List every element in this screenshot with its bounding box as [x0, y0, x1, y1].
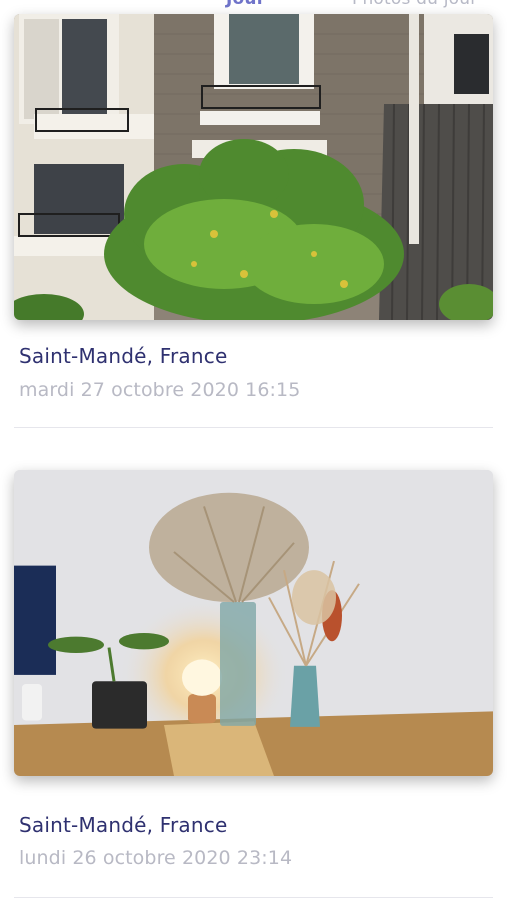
dried-flowers-lamp-image — [14, 470, 493, 776]
tab-jour[interactable]: Jour — [226, 0, 265, 9]
tab-photos-du-jour[interactable]: Photos du jour — [352, 0, 477, 9]
photo-date: mardi 27 octobre 2020 16:15 — [19, 379, 301, 401]
photo-building-courtyard[interactable] — [14, 14, 493, 320]
top-tab-bar: Jour Photos du jour — [0, 0, 507, 14]
feed-card[interactable]: Saint-Mandé, France lundi 26 octobre 202… — [0, 456, 507, 898]
photo-dried-flowers[interactable] — [14, 470, 493, 776]
divider — [14, 897, 493, 898]
photo-feed: Saint-Mandé, France mardi 27 octobre 202… — [0, 14, 507, 898]
photo-date: lundi 26 octobre 2020 23:14 — [19, 847, 293, 869]
feed-card[interactable]: Saint-Mandé, France mardi 27 octobre 202… — [0, 14, 507, 442]
photo-location: Saint-Mandé, France — [19, 344, 228, 368]
divider — [14, 427, 493, 428]
building-tree-image — [14, 14, 493, 320]
photo-location: Saint-Mandé, France — [19, 813, 228, 837]
